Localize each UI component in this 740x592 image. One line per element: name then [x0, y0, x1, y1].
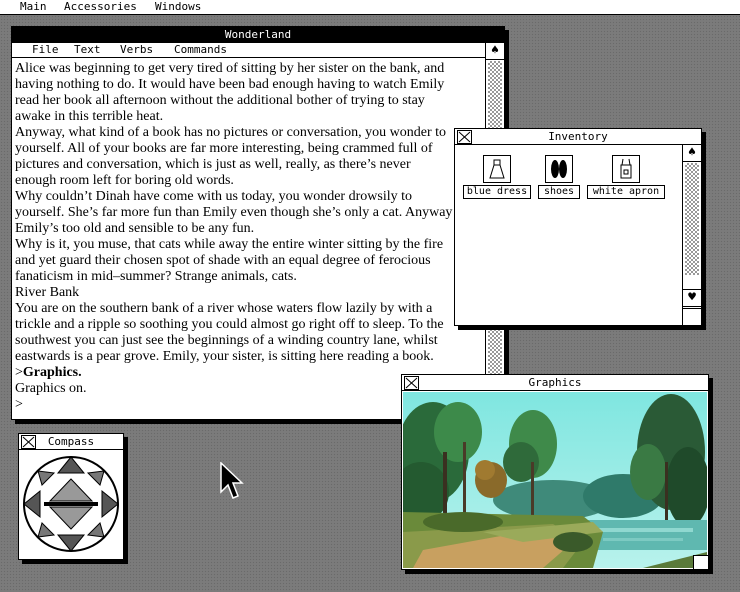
- story-line: yourself. All of your books are far more…: [15, 141, 433, 156]
- compass-window: Compass: [18, 433, 124, 560]
- graphics-title: Graphics: [528, 376, 582, 389]
- river-bank-picture: [403, 392, 707, 568]
- story-line: Anyway, what kind of a book has no pictu…: [15, 125, 447, 140]
- story-line: having nothing to do. It would have been…: [15, 77, 445, 92]
- resize-icon[interactable]: [682, 308, 701, 325]
- wonderland-menubar: File Text Verbs Commands: [12, 43, 485, 58]
- menu-verbs[interactable]: Verbs: [120, 43, 153, 57]
- inventory-item-white-apron[interactable]: white apron: [587, 155, 665, 199]
- location-heading: River Bank: [15, 285, 80, 300]
- compass-titlebar[interactable]: Compass: [19, 434, 123, 450]
- inventory-window: Inventory ♠ ♥ blue dress shoes white apr…: [454, 128, 702, 326]
- story-line: Why is it, you muse, that cats while awa…: [15, 237, 444, 252]
- story-line: read her book all afternoon without the …: [15, 93, 425, 108]
- story-line: awake in this terrible heat.: [15, 109, 164, 124]
- mouse-cursor-icon: [220, 461, 244, 506]
- menu-commands[interactable]: Commands: [174, 43, 227, 57]
- story-line: yourself. She’s far more fun than Emily …: [15, 205, 453, 220]
- story-line: southwest you can just see the beginning…: [15, 333, 438, 348]
- scroll-track[interactable]: [685, 163, 699, 275]
- resize-icon[interactable]: [693, 555, 708, 569]
- story-line: and yet guard their chosen spot of shade…: [15, 253, 431, 268]
- item-label: blue dress: [463, 185, 531, 199]
- story-line: Alice was beginning to get very tired of…: [15, 61, 445, 76]
- menu-file[interactable]: File: [32, 43, 59, 57]
- inventory-title: Inventory: [548, 130, 608, 143]
- graphics-titlebar[interactable]: Graphics: [402, 375, 708, 391]
- command-prompt: >: [15, 365, 23, 380]
- story-line: enough room left for boring old words.: [15, 173, 234, 188]
- graphics-window: Graphics: [401, 374, 709, 570]
- apron-icon: [612, 155, 640, 183]
- shoes-icon: [545, 155, 573, 183]
- menu-main[interactable]: Main: [20, 0, 47, 14]
- inventory-item-shoes[interactable]: shoes: [538, 155, 580, 199]
- menu-text[interactable]: Text: [74, 43, 101, 57]
- wonderland-window: Wonderland File Text Verbs Commands ♠ Al…: [11, 26, 505, 420]
- menu-accessories[interactable]: Accessories: [64, 0, 137, 14]
- wonderland-titlebar[interactable]: Wonderland: [12, 27, 504, 43]
- close-icon[interactable]: [457, 130, 472, 144]
- scroll-up-icon[interactable]: ♠: [683, 145, 701, 162]
- item-label: white apron: [587, 185, 665, 199]
- scroll-down-icon[interactable]: ♥: [683, 289, 701, 307]
- inventory-titlebar[interactable]: Inventory: [455, 129, 701, 145]
- close-icon[interactable]: [21, 435, 36, 449]
- story-line: pictures and conversation, which is just…: [15, 157, 411, 172]
- compass-dial[interactable]: [20, 451, 122, 562]
- compass-title: Compass: [47, 435, 95, 448]
- item-label: shoes: [538, 185, 580, 199]
- scroll-up-icon[interactable]: ♠: [486, 43, 504, 60]
- wonderland-title: Wonderland: [224, 28, 292, 41]
- story-line: You are on the southern bank of a river …: [15, 301, 433, 316]
- story-line: fanaticism in mid–summer? Strange animal…: [15, 269, 297, 284]
- inventory-item-blue-dress[interactable]: blue dress: [463, 155, 531, 199]
- command-text: Graphics.: [22, 365, 82, 380]
- story-text: Alice was beginning to get very tired of…: [15, 61, 470, 416]
- inventory-scrollbar[interactable]: ♠ ♥: [682, 145, 701, 325]
- story-line: Emily’s too old and sensible to be any f…: [15, 221, 255, 236]
- dress-icon: [483, 155, 511, 183]
- story-line: eastwards is a pear grove. Emily, your s…: [15, 349, 434, 364]
- story-line: Why couldn’t Dinah have come with us tod…: [15, 189, 412, 204]
- close-icon[interactable]: [404, 376, 419, 390]
- menu-windows[interactable]: Windows: [155, 0, 201, 14]
- story-line: trickle and a ripple so soothing you cou…: [15, 317, 444, 332]
- top-menubar: Main Accessories Windows: [0, 0, 740, 15]
